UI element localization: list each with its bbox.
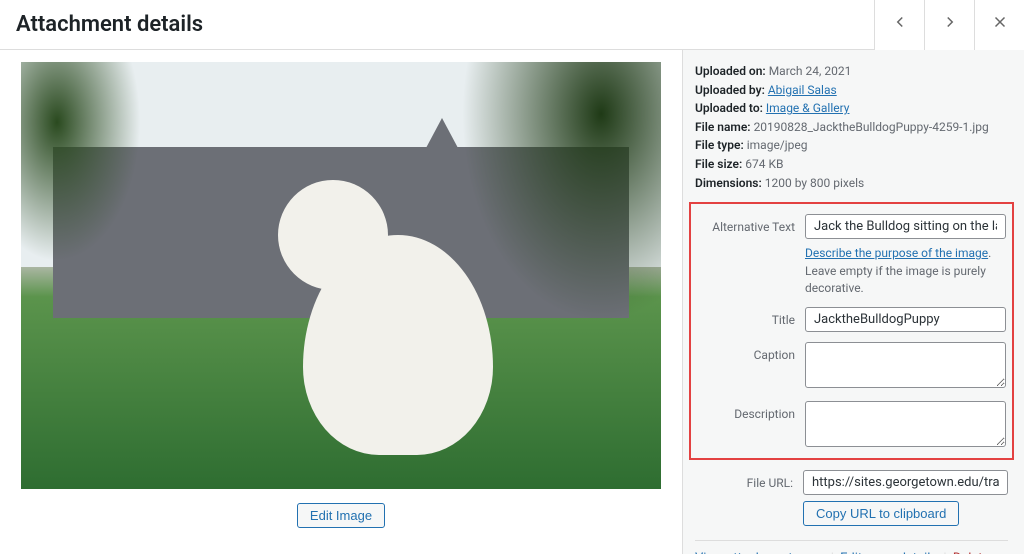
chevron-right-icon (941, 13, 959, 37)
alt-text-input[interactable] (805, 214, 1006, 239)
attachment-image (21, 62, 661, 489)
tree-shape (21, 62, 141, 262)
modal-content: Edit Image Uploaded on: March 24, 2021 U… (0, 50, 1024, 554)
highlighted-fields: Alternative Text Describe the purpose of… (689, 202, 1014, 460)
uploaded-to-link[interactable]: Image & Gallery (766, 101, 850, 115)
meta-uploaded-to: Uploaded to: Image & Gallery (695, 99, 1008, 118)
close-icon (991, 13, 1009, 37)
edit-image-wrap: Edit Image (297, 503, 385, 528)
meta-value: 1200 by 800 pixels (765, 176, 864, 190)
settings-section: Alternative Text Describe the purpose of… (695, 202, 1008, 526)
meta-label: Uploaded on: (695, 64, 766, 78)
alt-text-help: Describe the purpose of the image. Leave… (805, 245, 1006, 297)
page-title: Attachment details (16, 12, 203, 37)
file-url-label: File URL: (695, 470, 803, 490)
details-panel: Uploaded on: March 24, 2021 Uploaded by:… (682, 50, 1024, 554)
meta-uploaded-on: Uploaded on: March 24, 2021 (695, 62, 1008, 81)
meta-value: image/jpeg (747, 138, 808, 152)
alt-text-label: Alternative Text (697, 214, 805, 234)
file-url-input[interactable] (803, 470, 1008, 495)
modal-header: Attachment details (0, 0, 1024, 50)
attachment-actions: View attachment page | Edit more details… (695, 540, 1008, 554)
caption-label: Caption (697, 342, 805, 362)
meta-label: Uploaded by: (695, 83, 765, 97)
chevron-left-icon (891, 13, 909, 37)
setting-caption: Caption (697, 342, 1006, 391)
meta-label: Uploaded to: (695, 101, 763, 115)
copy-url-button[interactable]: Copy URL to clipboard (803, 501, 959, 526)
prev-button[interactable] (874, 0, 924, 50)
meta-label: File type: (695, 138, 744, 152)
meta-value: March 24, 2021 (769, 64, 852, 78)
description-label: Description (697, 401, 805, 421)
setting-title: Title (697, 307, 1006, 332)
meta-label: Dimensions: (695, 176, 762, 190)
setting-file-url: File URL: Copy URL to clipboard (695, 470, 1008, 526)
meta-label: File name: (695, 120, 751, 134)
title-label: Title (697, 307, 805, 327)
meta-uploaded-by: Uploaded by: Abigail Salas (695, 81, 1008, 100)
header-nav (874, 0, 1024, 49)
setting-description: Description (697, 401, 1006, 450)
attachment-details-modal: Attachment details (0, 0, 1024, 554)
edit-image-button[interactable]: Edit Image (297, 503, 385, 528)
tree-shape (461, 62, 661, 322)
meta-file-size: File size: 674 KB (695, 155, 1008, 174)
description-textarea[interactable] (805, 401, 1006, 447)
meta-value: 674 KB (745, 157, 783, 171)
next-button[interactable] (924, 0, 974, 50)
meta-label: File size: (695, 157, 742, 171)
meta-value: 20190828_JacktheBulldogPuppy-4259-1.jpg (754, 120, 989, 134)
caption-textarea[interactable] (805, 342, 1006, 388)
uploaded-by-link[interactable]: Abigail Salas (768, 83, 837, 97)
setting-alt-text: Alternative Text Describe the purpose of… (697, 214, 1006, 297)
meta-file-name: File name: 20190828_JacktheBulldogPuppy-… (695, 118, 1008, 137)
alt-help-link[interactable]: Describe the purpose of the image (805, 246, 988, 260)
title-input[interactable] (805, 307, 1006, 332)
meta-dimensions: Dimensions: 1200 by 800 pixels (695, 174, 1008, 193)
image-panel: Edit Image (0, 50, 682, 554)
meta-file-type: File type: image/jpeg (695, 136, 1008, 155)
close-button[interactable] (974, 0, 1024, 50)
